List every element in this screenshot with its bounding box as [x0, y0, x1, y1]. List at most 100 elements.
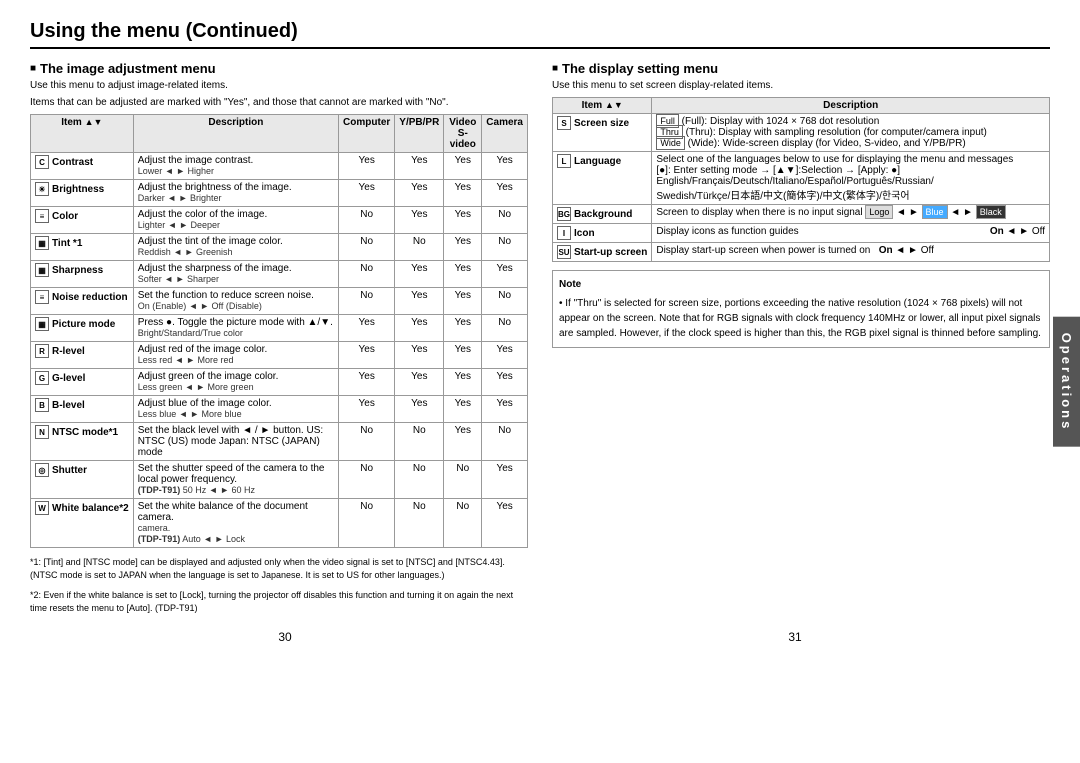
right-col-item: Item ▲▼	[553, 98, 652, 114]
yn-cell: No	[339, 207, 395, 234]
footnote1: *1: [Tint] and [NTSC mode] can be displa…	[30, 556, 528, 581]
item-icon: N	[35, 425, 49, 439]
right-column: The display setting menu Use this menu t…	[552, 61, 1050, 614]
yn-cell: Yes	[444, 234, 482, 261]
item-desc: Press ●. Toggle the picture mode with ▲/…	[133, 315, 338, 342]
note-text: • If "Thru" is selected for screen size,…	[559, 296, 1043, 341]
item-icon: L	[557, 154, 571, 168]
yn-cell: Yes	[444, 315, 482, 342]
yn-cell: Yes	[482, 461, 528, 499]
yn-cell: Yes	[482, 342, 528, 369]
item-icon: BG	[557, 207, 571, 221]
operations-tab: Operations	[1053, 316, 1080, 447]
item-desc: Set the shutter speed of the camera to t…	[133, 461, 338, 499]
yn-cell: No	[444, 499, 482, 548]
item-icon: SU	[557, 245, 571, 259]
table-row: ◎Shutter Set the shutter speed of the cam…	[31, 461, 528, 499]
yn-cell: No	[482, 207, 528, 234]
yn-cell: Yes	[444, 423, 482, 461]
display-setting-table: Item ▲▼ Description SScreen size Full (F…	[552, 97, 1050, 262]
table-row: ▦Picture modePress ●. Toggle the picture…	[31, 315, 528, 342]
item-icon: C	[35, 155, 49, 169]
yn-cell: Yes	[482, 369, 528, 396]
yn-cell: Yes	[395, 288, 444, 315]
yn-cell: Yes	[395, 396, 444, 423]
item-desc: Full (Full): Display with 1024 × 768 dot…	[652, 114, 1050, 152]
yn-cell: Yes	[444, 288, 482, 315]
yn-cell: Yes	[444, 207, 482, 234]
yn-cell: Yes	[444, 369, 482, 396]
left-section-desc: Use this menu to adjust image-related it…	[30, 80, 528, 91]
yn-cell: Yes	[395, 261, 444, 288]
yn-cell: Yes	[395, 369, 444, 396]
yn-cell: No	[339, 461, 395, 499]
item-icon: ◎	[35, 463, 49, 477]
yn-cell: No	[482, 423, 528, 461]
right-section-desc: Use this menu to set screen display-rela…	[552, 80, 1050, 91]
yn-cell: Yes	[482, 153, 528, 180]
item-desc: Set the white balance of the document ca…	[133, 499, 338, 548]
yn-cell: Yes	[482, 180, 528, 207]
col-header-item: Item ▲▼	[31, 115, 134, 153]
col-header-svideo: Video S-video	[444, 115, 482, 153]
item-desc: Select one of the languages below to use…	[652, 152, 1050, 205]
item-name: ≡Color	[35, 209, 129, 223]
yn-cell: No	[482, 234, 528, 261]
item-name: ◎Shutter	[35, 463, 129, 477]
item-name: NNTSC mode*1	[35, 425, 129, 439]
yn-cell: Yes	[395, 315, 444, 342]
item-name: GG-level	[35, 371, 129, 385]
yn-cell: Yes	[444, 342, 482, 369]
table-row: SScreen size Full (Full): Display with 1…	[553, 114, 1050, 152]
item-name: RR-level	[35, 344, 129, 358]
item-icon: I	[557, 226, 571, 240]
yn-cell: Yes	[444, 180, 482, 207]
yn-cell: No	[395, 499, 444, 548]
item-desc: Adjust the image contrast.Lower ◄ ► High…	[133, 153, 338, 180]
item-desc: Screen to display when there is no input…	[652, 205, 1050, 224]
col-header-camera: Camera	[482, 115, 528, 153]
table-row: BB-levelAdjust blue of the image color.L…	[31, 396, 528, 423]
item-icon: S	[557, 116, 571, 130]
left-section-title: The image adjustment menu	[30, 61, 528, 76]
item-name: IIcon	[557, 226, 647, 240]
item-name: ▦Sharpness	[35, 263, 129, 277]
item-icon: ≡	[35, 209, 49, 223]
page-left: 30	[278, 630, 291, 644]
note-box: Note • If "Thru" is selected for screen …	[552, 270, 1050, 348]
col-header-desc: Description	[133, 115, 338, 153]
yn-cell: Yes	[482, 261, 528, 288]
yn-cell: Yes	[339, 369, 395, 396]
item-icon: ▦	[35, 236, 49, 250]
item-desc: Display icons as function guidesOn ◄ ► O…	[652, 224, 1050, 243]
yn-cell: Yes	[395, 153, 444, 180]
yn-cell: Yes	[444, 153, 482, 180]
item-icon: R	[35, 344, 49, 358]
item-desc: Adjust red of the image color.Less red ◄…	[133, 342, 338, 369]
left-column: The image adjustment menu Use this menu …	[30, 61, 528, 614]
item-desc: Adjust the brightness of the image.Darke…	[133, 180, 338, 207]
item-name: BB-level	[35, 398, 129, 412]
table-row: WWhite balance*2Set the white balance of…	[31, 499, 528, 548]
item-desc: Adjust the sharpness of the image.Softer…	[133, 261, 338, 288]
table-row: CContrastAdjust the image contrast.Lower…	[31, 153, 528, 180]
page-right: 31	[788, 630, 801, 644]
left-section-desc2: Items that can be adjusted are marked wi…	[30, 97, 528, 108]
yn-cell: No	[339, 261, 395, 288]
yn-cell: No	[395, 461, 444, 499]
table-row: ≡ColorAdjust the color of the image.Ligh…	[31, 207, 528, 234]
yn-cell: Yes	[444, 396, 482, 423]
col-header-ypbpr: Y/PB/PR	[395, 115, 444, 153]
yn-cell: No	[339, 288, 395, 315]
item-name: ▦Tint *1	[35, 236, 129, 250]
yn-cell: No	[395, 234, 444, 261]
page-numbers: 30 31	[30, 630, 1050, 644]
yn-cell: No	[482, 315, 528, 342]
item-name: SUStart-up screen	[557, 245, 647, 259]
yn-cell: Yes	[339, 153, 395, 180]
item-icon: ▦	[35, 263, 49, 277]
table-row: RR-level Adjust red of the image color.Le…	[31, 342, 528, 369]
item-desc: Set the black level with ◄ / ► button. U…	[133, 423, 338, 461]
item-icon: W	[35, 501, 49, 515]
item-icon: ☀	[35, 182, 49, 196]
